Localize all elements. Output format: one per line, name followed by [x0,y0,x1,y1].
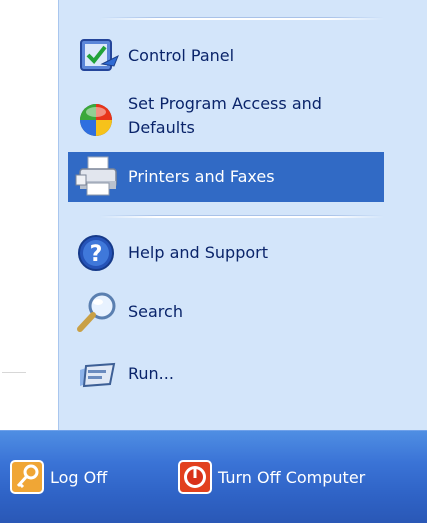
log-off-label: Log Off [50,467,108,487]
power-icon [178,460,212,494]
menu-item-control-panel[interactable]: Control Panel [68,30,384,82]
menu-item-run[interactable]: Run... [68,348,384,400]
run-label: Run... [128,364,174,383]
left-pane-separator [2,372,26,373]
program-access-label-line2: Defaults [128,118,195,137]
key-icon [10,460,44,494]
middle-separator [100,215,384,218]
svg-text:?: ? [90,242,103,267]
turn-off-computer-button[interactable]: Turn Off Computer [178,454,365,500]
help-icon: ? [78,235,114,271]
log-off-button[interactable]: Log Off [10,454,107,500]
run-icon [80,362,116,388]
menu-item-printers-and-faxes[interactable]: Printers and Faxes [68,152,384,202]
search-icon [77,292,116,332]
start-menu-bottom-bar: Log Off Turn Off Computer [0,430,427,523]
menu-item-help-and-support[interactable]: ? Help and Support [68,228,384,278]
help-and-support-label: Help and Support [128,243,268,262]
printers-and-faxes-label: Printers and Faxes [128,167,275,186]
top-separator [100,17,384,20]
control-panel-icon [80,39,119,71]
left-pane-edge [0,0,58,430]
menu-item-search[interactable]: Search [68,286,384,338]
program-access-label-line1: Set Program Access and [128,94,322,113]
menu-item-set-program-access[interactable]: Set Program Access and Defaults [68,88,384,144]
search-label: Search [128,302,183,321]
printer-icon [75,156,117,196]
program-access-icon [80,104,112,136]
control-panel-label: Control Panel [128,46,235,65]
turn-off-computer-label: Turn Off Computer [218,467,366,487]
